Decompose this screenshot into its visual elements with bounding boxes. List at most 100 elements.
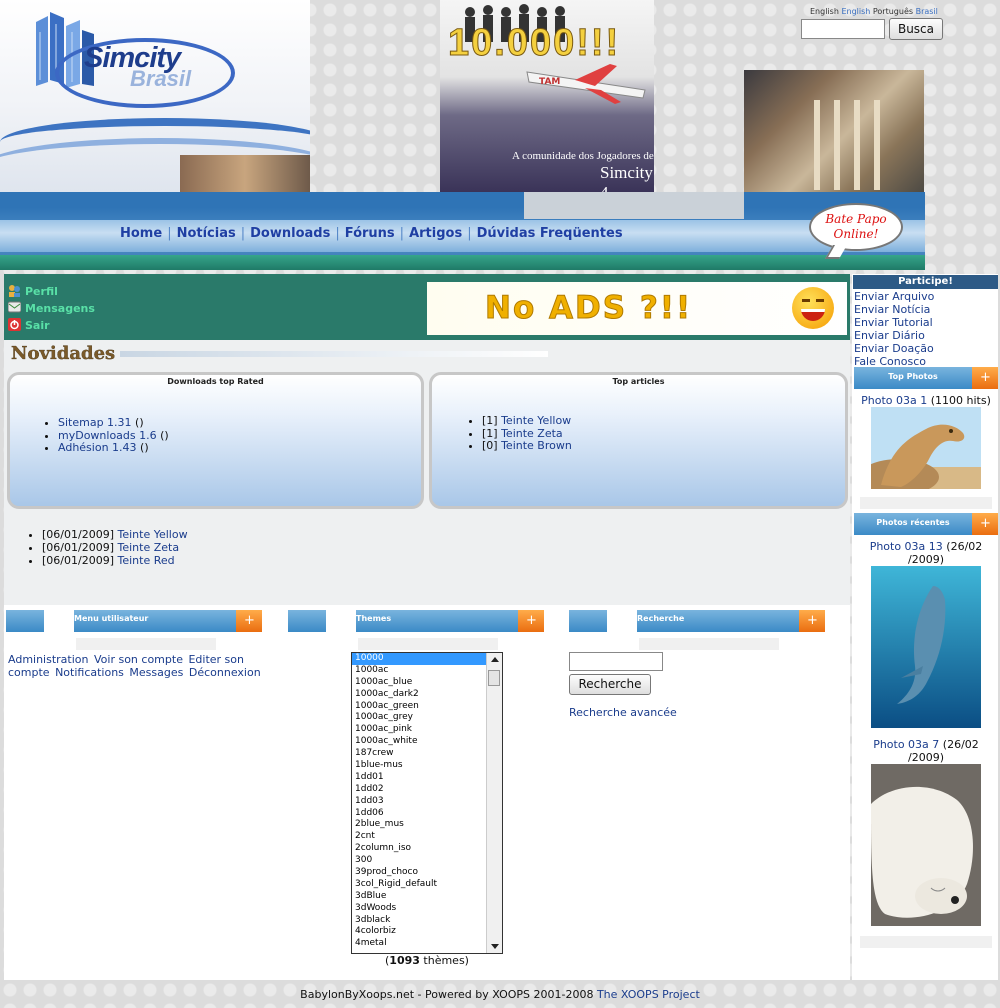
menu-view-account[interactable]: Voir son compte <box>94 653 183 666</box>
xoops-project-link[interactable]: The XOOPS Project <box>597 988 700 1001</box>
theme-option[interactable]: 10000 <box>352 653 502 665</box>
theme-option[interactable]: 1000ac_dark2 <box>352 689 502 701</box>
list-item: [06/01/2009] Teinte Red <box>42 554 188 567</box>
theme-option[interactable]: 2column_iso <box>352 843 502 855</box>
theme-option[interactable]: 1dd02 <box>352 784 502 796</box>
theme-option[interactable]: 300 <box>352 855 502 867</box>
menu-administration[interactable]: Administration <box>8 653 89 666</box>
download-link[interactable]: myDownloads 1.6 <box>58 429 157 442</box>
theme-option[interactable]: 1dd06 <box>352 808 502 820</box>
list-item: [06/01/2009] Teinte Yellow <box>42 528 188 541</box>
polar-bear-photo[interactable] <box>871 764 981 926</box>
profile-link[interactable]: Perfil <box>8 284 58 298</box>
theme-option[interactable]: 3col_Rigid_default <box>352 879 502 891</box>
search-button[interactable]: Recherche <box>569 674 651 695</box>
send-diary-link[interactable]: Enviar Diário <box>854 329 934 342</box>
expand-icon[interactable] <box>236 610 262 632</box>
search-header: Recherche <box>569 610 825 632</box>
logout-link[interactable]: Sair <box>8 318 50 332</box>
photo-link[interactable]: Photo 03a 13 <box>870 540 943 553</box>
news-link[interactable]: Teinte Yellow <box>117 528 187 541</box>
user-menu: Administration Voir son compte Editer so… <box>8 653 268 679</box>
language-portuguese[interactable]: Português <box>873 7 913 16</box>
messages-link[interactable]: Mensagens <box>8 301 95 315</box>
scrollbar-thumb[interactable] <box>488 670 500 686</box>
news-link[interactable]: Teinte Zeta <box>117 541 179 554</box>
nav-artigos[interactable]: Artigos <box>409 226 462 241</box>
expand-icon[interactable] <box>972 513 998 535</box>
article-count: [0] <box>482 439 502 452</box>
theme-option[interactable]: 1blue-mus <box>352 760 502 772</box>
article-link[interactable]: Teinte Zeta <box>501 427 563 440</box>
theme-option[interactable]: 3dblack <box>352 915 502 927</box>
header-notch <box>607 610 637 632</box>
theme-option[interactable]: 3dBlue <box>352 891 502 903</box>
smiley-mouth <box>801 309 825 321</box>
header-shadow <box>639 638 779 650</box>
language-english-link[interactable]: English <box>841 7 870 16</box>
advanced-search-link[interactable]: Recherche avancée <box>569 706 677 719</box>
ad-banner[interactable]: No ADS ?!! <box>427 282 847 335</box>
messages-label: Mensagens <box>25 302 95 315</box>
photo-link[interactable]: Photo 03a 1 <box>861 394 927 407</box>
news-link[interactable]: Teinte Red <box>117 554 174 567</box>
theme-option[interactable]: 2cnt <box>352 831 502 843</box>
dolphin-photo[interactable] <box>871 566 981 728</box>
send-news-link[interactable]: Enviar Notícia <box>854 303 934 316</box>
theme-option[interactable]: 3dWoods <box>352 903 502 915</box>
nav-faq[interactable]: Dúvidas Freqüentes <box>477 226 623 241</box>
download-link[interactable]: Adhésion 1.43 <box>58 441 137 454</box>
theme-option[interactable]: 1dd03 <box>352 796 502 808</box>
theme-option[interactable]: 187crew <box>352 748 502 760</box>
theme-option[interactable]: 1000ac_blue <box>352 677 502 689</box>
donate-link[interactable]: Enviar Doação <box>854 342 934 355</box>
expand-icon[interactable] <box>518 610 544 632</box>
article-link[interactable]: Teinte Yellow <box>501 414 571 427</box>
theme-option[interactable]: 1000ac_green <box>352 701 502 713</box>
menu-messages[interactable]: Messages <box>129 666 183 679</box>
power-icon <box>8 318 21 331</box>
expand-icon[interactable] <box>972 367 998 389</box>
expand-icon[interactable] <box>799 610 825 632</box>
theme-option[interactable]: 4colorbiz <box>352 926 502 938</box>
participe-header: Participe! <box>853 275 998 289</box>
header-shadow <box>76 638 216 650</box>
theme-option[interactable]: 1000ac <box>352 665 502 677</box>
menu-notifications[interactable]: Notifications <box>55 666 124 679</box>
nav-downloads[interactable]: Downloads <box>250 226 330 241</box>
navbar-overlay <box>524 192 744 219</box>
theme-option[interactable]: 2blue_mus <box>352 819 502 831</box>
send-file-link[interactable]: Enviar Arquivo <box>854 290 934 303</box>
header-search-button[interactable]: Busca <box>889 18 943 40</box>
menu-logout[interactable]: Déconnexion <box>189 666 261 679</box>
language-english[interactable]: English <box>810 7 839 16</box>
theme-option[interactable]: 1000ac_white <box>352 736 502 748</box>
theme-option[interactable]: 4metal <box>352 938 502 950</box>
banner-caption-game: Simcity 4 <box>600 163 653 192</box>
nav-foruns[interactable]: Fóruns <box>345 226 395 241</box>
site-logo[interactable]: Simcity Brasil <box>0 0 310 192</box>
listbox-scrollbar[interactable] <box>486 653 502 953</box>
article-count: [1] <box>482 426 502 440</box>
theme-option[interactable]: 1000ac_pink <box>352 724 502 736</box>
search-input[interactable] <box>569 652 663 671</box>
theme-option[interactable]: 39prod_choco <box>352 867 502 879</box>
camel-photo[interactable] <box>871 407 981 489</box>
theme-option[interactable]: 1dd01 <box>352 772 502 784</box>
column-shape <box>854 100 860 190</box>
photo-link[interactable]: Photo 03a 7 <box>873 738 939 751</box>
nav-home[interactable]: Home <box>120 226 162 241</box>
scroll-up-icon[interactable] <box>491 657 499 662</box>
header-search-input[interactable] <box>801 19 885 39</box>
panel-title: Top articles <box>612 377 665 386</box>
download-link[interactable]: Sitemap 1.31 <box>58 416 132 429</box>
article-link[interactable]: Teinte Brown <box>501 439 572 452</box>
downloads-list: Sitemap 1.31 () myDownloads 1.6 () Adhés… <box>58 416 169 455</box>
theme-option[interactable]: 1000ac_grey <box>352 712 502 724</box>
send-tutorial-link[interactable]: Enviar Tutorial <box>854 316 934 329</box>
language-brasil-link[interactable]: Brasil <box>916 7 938 16</box>
chat-online-button[interactable]: Bate Papo Online! <box>809 203 903 259</box>
nav-noticias[interactable]: Notícias <box>177 226 236 241</box>
scroll-down-icon[interactable] <box>491 944 499 949</box>
theme-listbox[interactable]: 10000 1000ac 1000ac_blue 1000ac_dark2 1000ac… <box>351 652 503 954</box>
